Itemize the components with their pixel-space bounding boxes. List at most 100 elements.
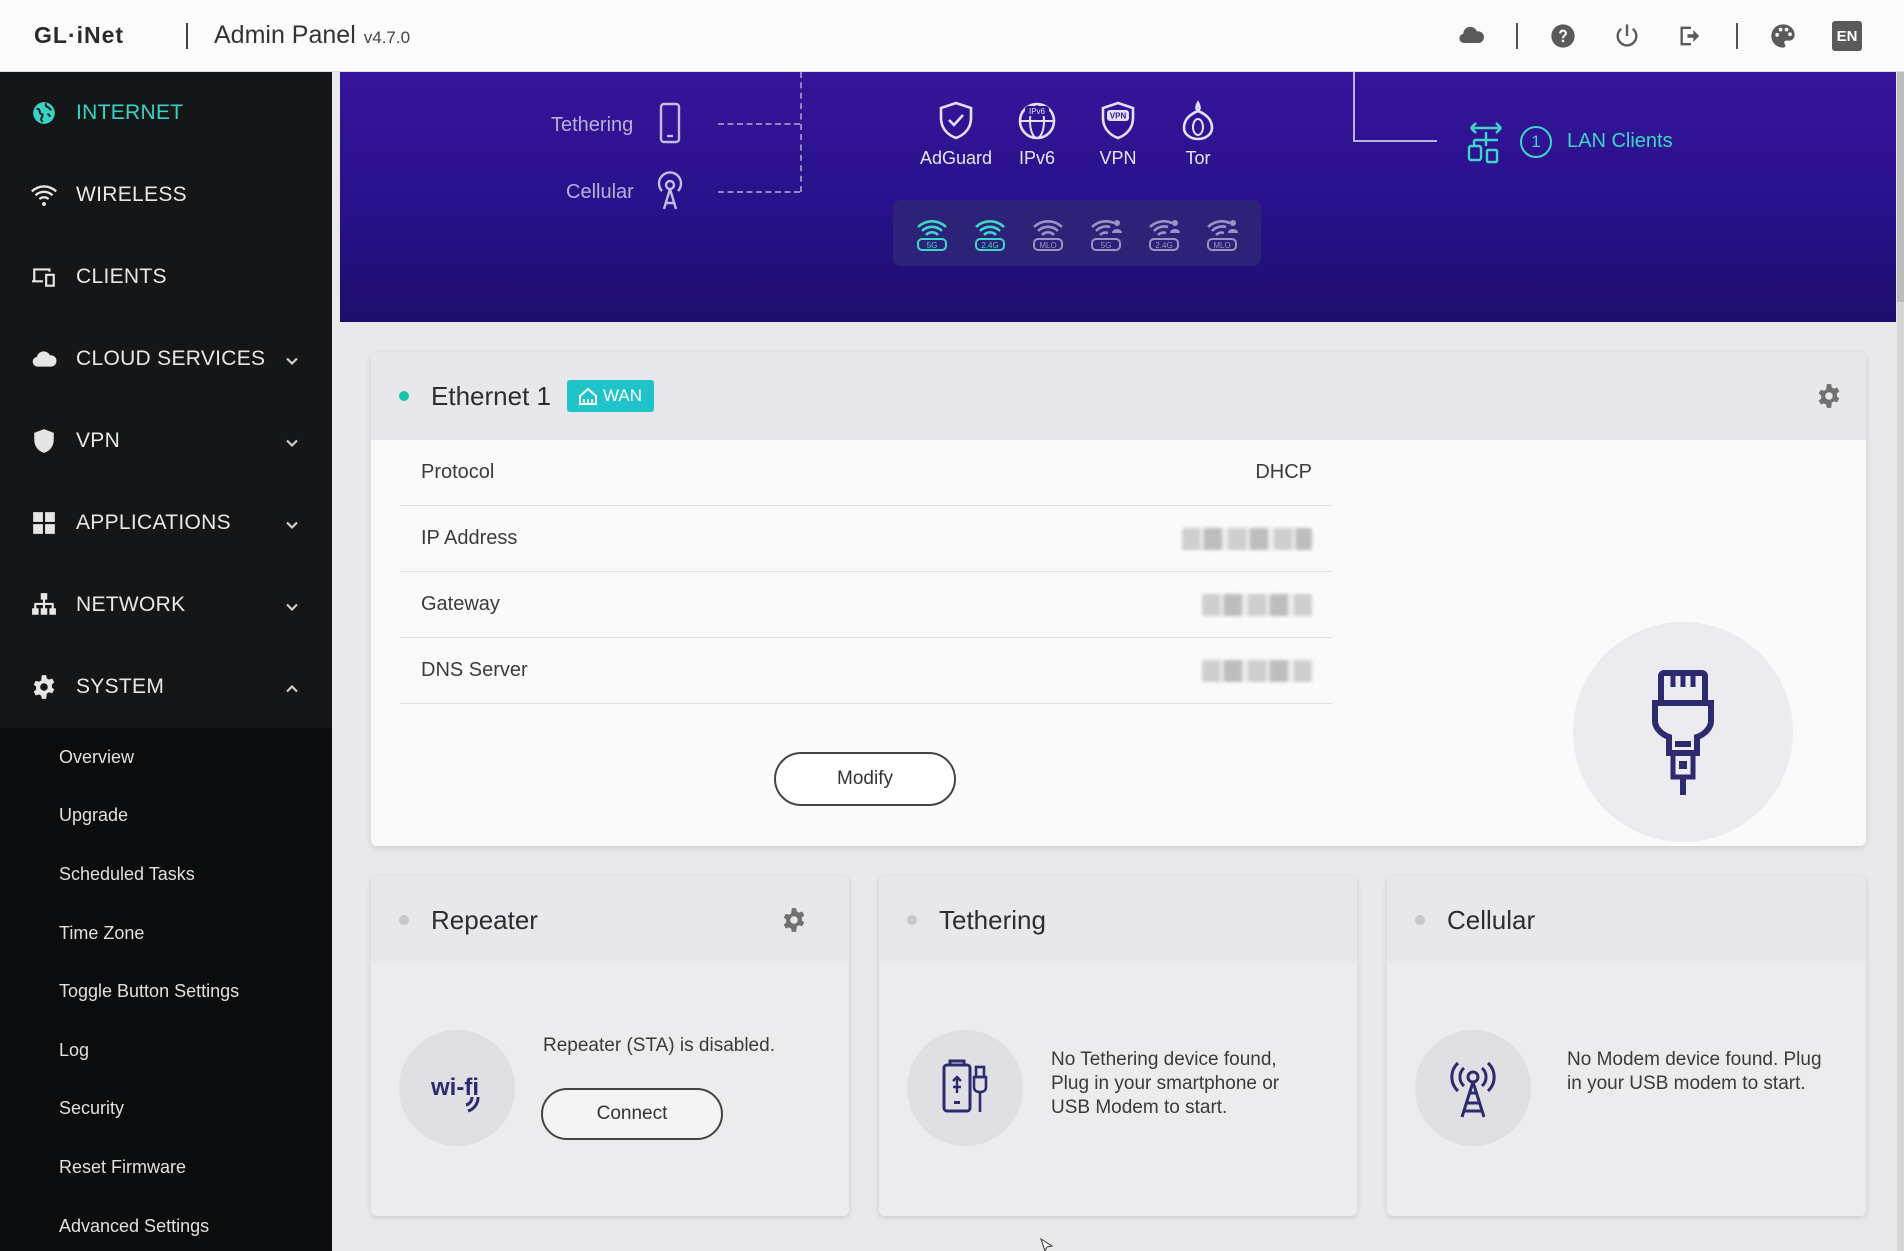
lan-clients-icon[interactable] [1465, 118, 1507, 164]
wifi-2-4g-icon[interactable]: 2.4G [970, 213, 1010, 253]
svg-text:2.4G: 2.4G [1155, 241, 1172, 250]
source-tethering-label: Tethering [551, 114, 634, 136]
antenna-icon[interactable] [653, 170, 687, 217]
card-title: Ethernet 1 [431, 380, 551, 411]
adguard-icon [939, 101, 973, 140]
svg-text:VPN: VPN [1110, 112, 1127, 121]
submenu-item-security[interactable]: Security [0, 1080, 332, 1139]
guest-wifi-2-4g-icon[interactable]: 2.4G [1144, 213, 1184, 253]
redacted-value [1182, 527, 1312, 550]
divider [1736, 23, 1738, 49]
sidebar-item-vpn[interactable]: VPN [0, 400, 332, 482]
guest-wifi-5g-icon[interactable]: 5G [1086, 213, 1126, 253]
sidebar-item-label: NETWORK [76, 593, 186, 616]
cellular-card: Cellular No Modem device found. Plug in … [1387, 876, 1866, 1216]
service-label: VPN [1099, 148, 1137, 168]
submenu-item-upgrade[interactable]: Upgrade [0, 787, 332, 846]
sidebar-item-cloud-services[interactable]: CLOUD SERVICES [0, 318, 332, 400]
phone-usb-icon [942, 1059, 988, 1113]
redacted-value [1202, 593, 1312, 616]
connect-button[interactable]: Connect [541, 1088, 723, 1140]
submenu-item-overview[interactable]: Overview [0, 728, 332, 787]
wifi-icon [30, 181, 58, 209]
main-content: Tethering Cellular AdGuard IPv6 IPv6 VPN… [340, 72, 1904, 1251]
sidebar-item-applications[interactable]: APPLICATIONS [0, 482, 332, 564]
top-bar: GL·iNet Admin Panel v4.7.0 EN [0, 0, 1904, 72]
submenu-item-time-zone[interactable]: Time Zone [0, 904, 332, 963]
repeater-card: Repeater wi-fi Repeater (STA) is disable… [371, 876, 849, 1216]
theme-icon[interactable] [1768, 21, 1798, 51]
tethering-card: Tethering No Tethering device found, Plu… [879, 876, 1357, 1216]
app-version: v4.7.0 [363, 28, 411, 47]
status-dot [399, 391, 409, 401]
ipv6-icon: IPv6 [1018, 102, 1056, 140]
scrollbar[interactable] [1897, 72, 1904, 1251]
status-dot [1415, 915, 1425, 925]
language-selector[interactable]: EN [1832, 21, 1862, 51]
ethernet-card: Ethernet 1 WAN Protocol DHCP IP Address … [371, 352, 1866, 846]
help-icon[interactable] [1548, 21, 1578, 51]
source-cellular-label: Cellular [566, 181, 634, 203]
connector-line [718, 191, 800, 193]
sidebar-item-label: CLOUD SERVICES [76, 347, 266, 370]
submenu-item-toggle-button-settings[interactable]: Toggle Button Settings [0, 962, 332, 1021]
brand-logo[interactable]: GL·iNet [34, 22, 144, 49]
row-label: Protocol [421, 461, 495, 483]
topology-banner: Tethering Cellular AdGuard IPv6 IPv6 VPN… [340, 72, 1896, 322]
svg-text:IPv6: IPv6 [1029, 107, 1046, 116]
ethernet-cable-icon [1652, 670, 1714, 795]
submenu-item-advanced-settings[interactable]: Advanced Settings [0, 1197, 332, 1251]
phone-icon[interactable] [653, 102, 687, 149]
shield-icon [30, 427, 58, 455]
svg-text:MLO: MLO [1039, 241, 1056, 250]
sidebar-item-internet[interactable]: INTERNET [0, 72, 332, 154]
power-icon[interactable] [1612, 21, 1642, 51]
service-vpn[interactable]: VPN VPN [1078, 100, 1158, 169]
tethering-illustration [907, 1030, 1023, 1146]
chevron-up-icon [284, 679, 300, 695]
wifi-mlo-icon[interactable]: MLO [1028, 213, 1068, 253]
lan-clients-link[interactable]: LAN Clients [1567, 130, 1673, 153]
connector-line [800, 72, 802, 192]
scrollbar-thumb[interactable] [1897, 72, 1904, 302]
wifi-band-tray: 5G 2.4G MLO 5G 2.4G MLO [893, 200, 1261, 266]
chevron-down-icon [284, 433, 300, 449]
modify-button[interactable]: Modify [774, 752, 956, 806]
sidebar-item-clients[interactable]: CLIENTS [0, 236, 332, 318]
info-row-ip-address: IP Address [400, 506, 1332, 572]
connector-line [1353, 140, 1437, 142]
gear-icon[interactable] [781, 907, 807, 933]
chevron-down-icon [284, 515, 300, 531]
service-tor[interactable]: Tor [1158, 100, 1238, 169]
sidebar: INTERNET WIRELESS CLIENTS CLOUD SERVICES… [0, 72, 332, 1251]
guest-wifi-mlo-icon[interactable]: MLO [1202, 213, 1242, 253]
gear-icon[interactable] [1816, 383, 1842, 409]
sidebar-item-label: CLIENTS [76, 265, 167, 288]
submenu-item-scheduled-tasks[interactable]: Scheduled Tasks [0, 845, 332, 904]
repeater-body: wi-fi Repeater (STA) is disabled. Connec… [371, 964, 849, 1216]
vpn-shield-icon: VPN [1101, 101, 1135, 140]
row-label: Gateway [421, 593, 500, 615]
cellular-status-message: No Modem device found. Plug in your USB … [1567, 1049, 1822, 1094]
submenu-item-log[interactable]: Log [0, 1021, 332, 1080]
sidebar-item-system[interactable]: SYSTEM [0, 646, 332, 728]
app-title: Admin Panel [214, 21, 356, 49]
repeater-illustration: wi-fi [399, 1030, 515, 1146]
wan-badge-label: WAN [602, 386, 643, 405]
submenu-item-reset-firmware[interactable]: Reset Firmware [0, 1138, 332, 1197]
house-icon [578, 387, 597, 405]
card-title: Repeater [431, 904, 538, 935]
tor-icon [1182, 100, 1214, 141]
cellular-illustration [1415, 1030, 1531, 1146]
wifi-5g-icon[interactable]: 5G [912, 213, 952, 253]
tethering-body: No Tethering device found, Plug in your … [879, 964, 1357, 1216]
cloud-icon[interactable] [1456, 21, 1486, 51]
logout-icon[interactable] [1676, 21, 1706, 51]
service-adguard[interactable]: AdGuard [916, 100, 996, 169]
lan-clients-count[interactable]: 1 [1520, 126, 1552, 158]
service-ipv6[interactable]: IPv6 IPv6 [997, 100, 1077, 169]
wan-badge: WAN [566, 380, 655, 412]
sidebar-item-network[interactable]: NETWORK [0, 564, 332, 646]
sidebar-item-wireless[interactable]: WIRELESS [0, 154, 332, 236]
devices-icon [30, 263, 58, 291]
